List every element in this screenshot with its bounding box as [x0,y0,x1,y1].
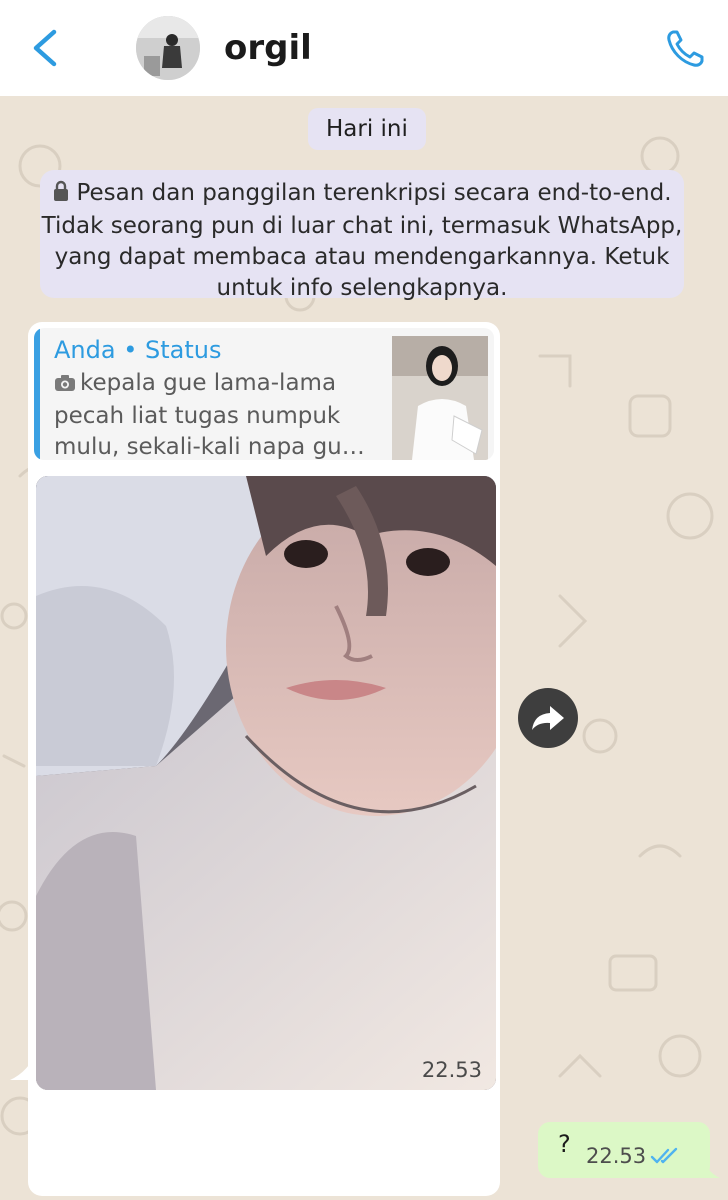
incoming-message[interactable]: Anda • Status kepala gue lama-lama pecah… [28,322,500,1196]
reply-text: kepala gue lama-lama pecah liat tugas nu… [54,368,372,460]
lock-icon [52,180,70,211]
date-chip: Hari ini [308,108,426,150]
status-thumbnail [392,336,488,460]
reply-accent-bar [34,328,40,460]
encryption-notice-text: Pesan dan panggilan terenkripsi secara e… [41,180,683,301]
photo-timestamp: 22.53 [421,1058,482,1082]
forward-button[interactable] [518,688,578,748]
avatar[interactable] [136,16,200,80]
reply-text-body: kepala gue lama-lama pecah liat tugas nu… [54,370,365,460]
outgoing-text: ? [558,1130,571,1158]
outgoing-message[interactable]: ? 22.53 [538,1122,710,1178]
contact-name[interactable]: orgil [224,28,312,68]
reply-title: Anda • Status [54,336,222,364]
status-reply-quote[interactable]: Anda • Status kepala gue lama-lama pecah… [34,328,494,460]
outgoing-timestamp: 22.53 [586,1144,647,1168]
chevron-left-icon[interactable] [26,26,66,70]
camera-icon [54,370,76,401]
chat-area: Hari ini Pesan dan panggilan terenkripsi… [0,96,728,1200]
double-check-icon [650,1147,678,1164]
photo-attachment[interactable]: 22.53 [36,476,496,1090]
phone-icon[interactable] [664,28,706,70]
outgoing-bubble-tail [700,1152,720,1178]
encryption-notice[interactable]: Pesan dan panggilan terenkripsi secara e… [40,170,684,301]
chat-header: orgil [0,0,728,96]
share-arrow-icon [532,706,564,730]
